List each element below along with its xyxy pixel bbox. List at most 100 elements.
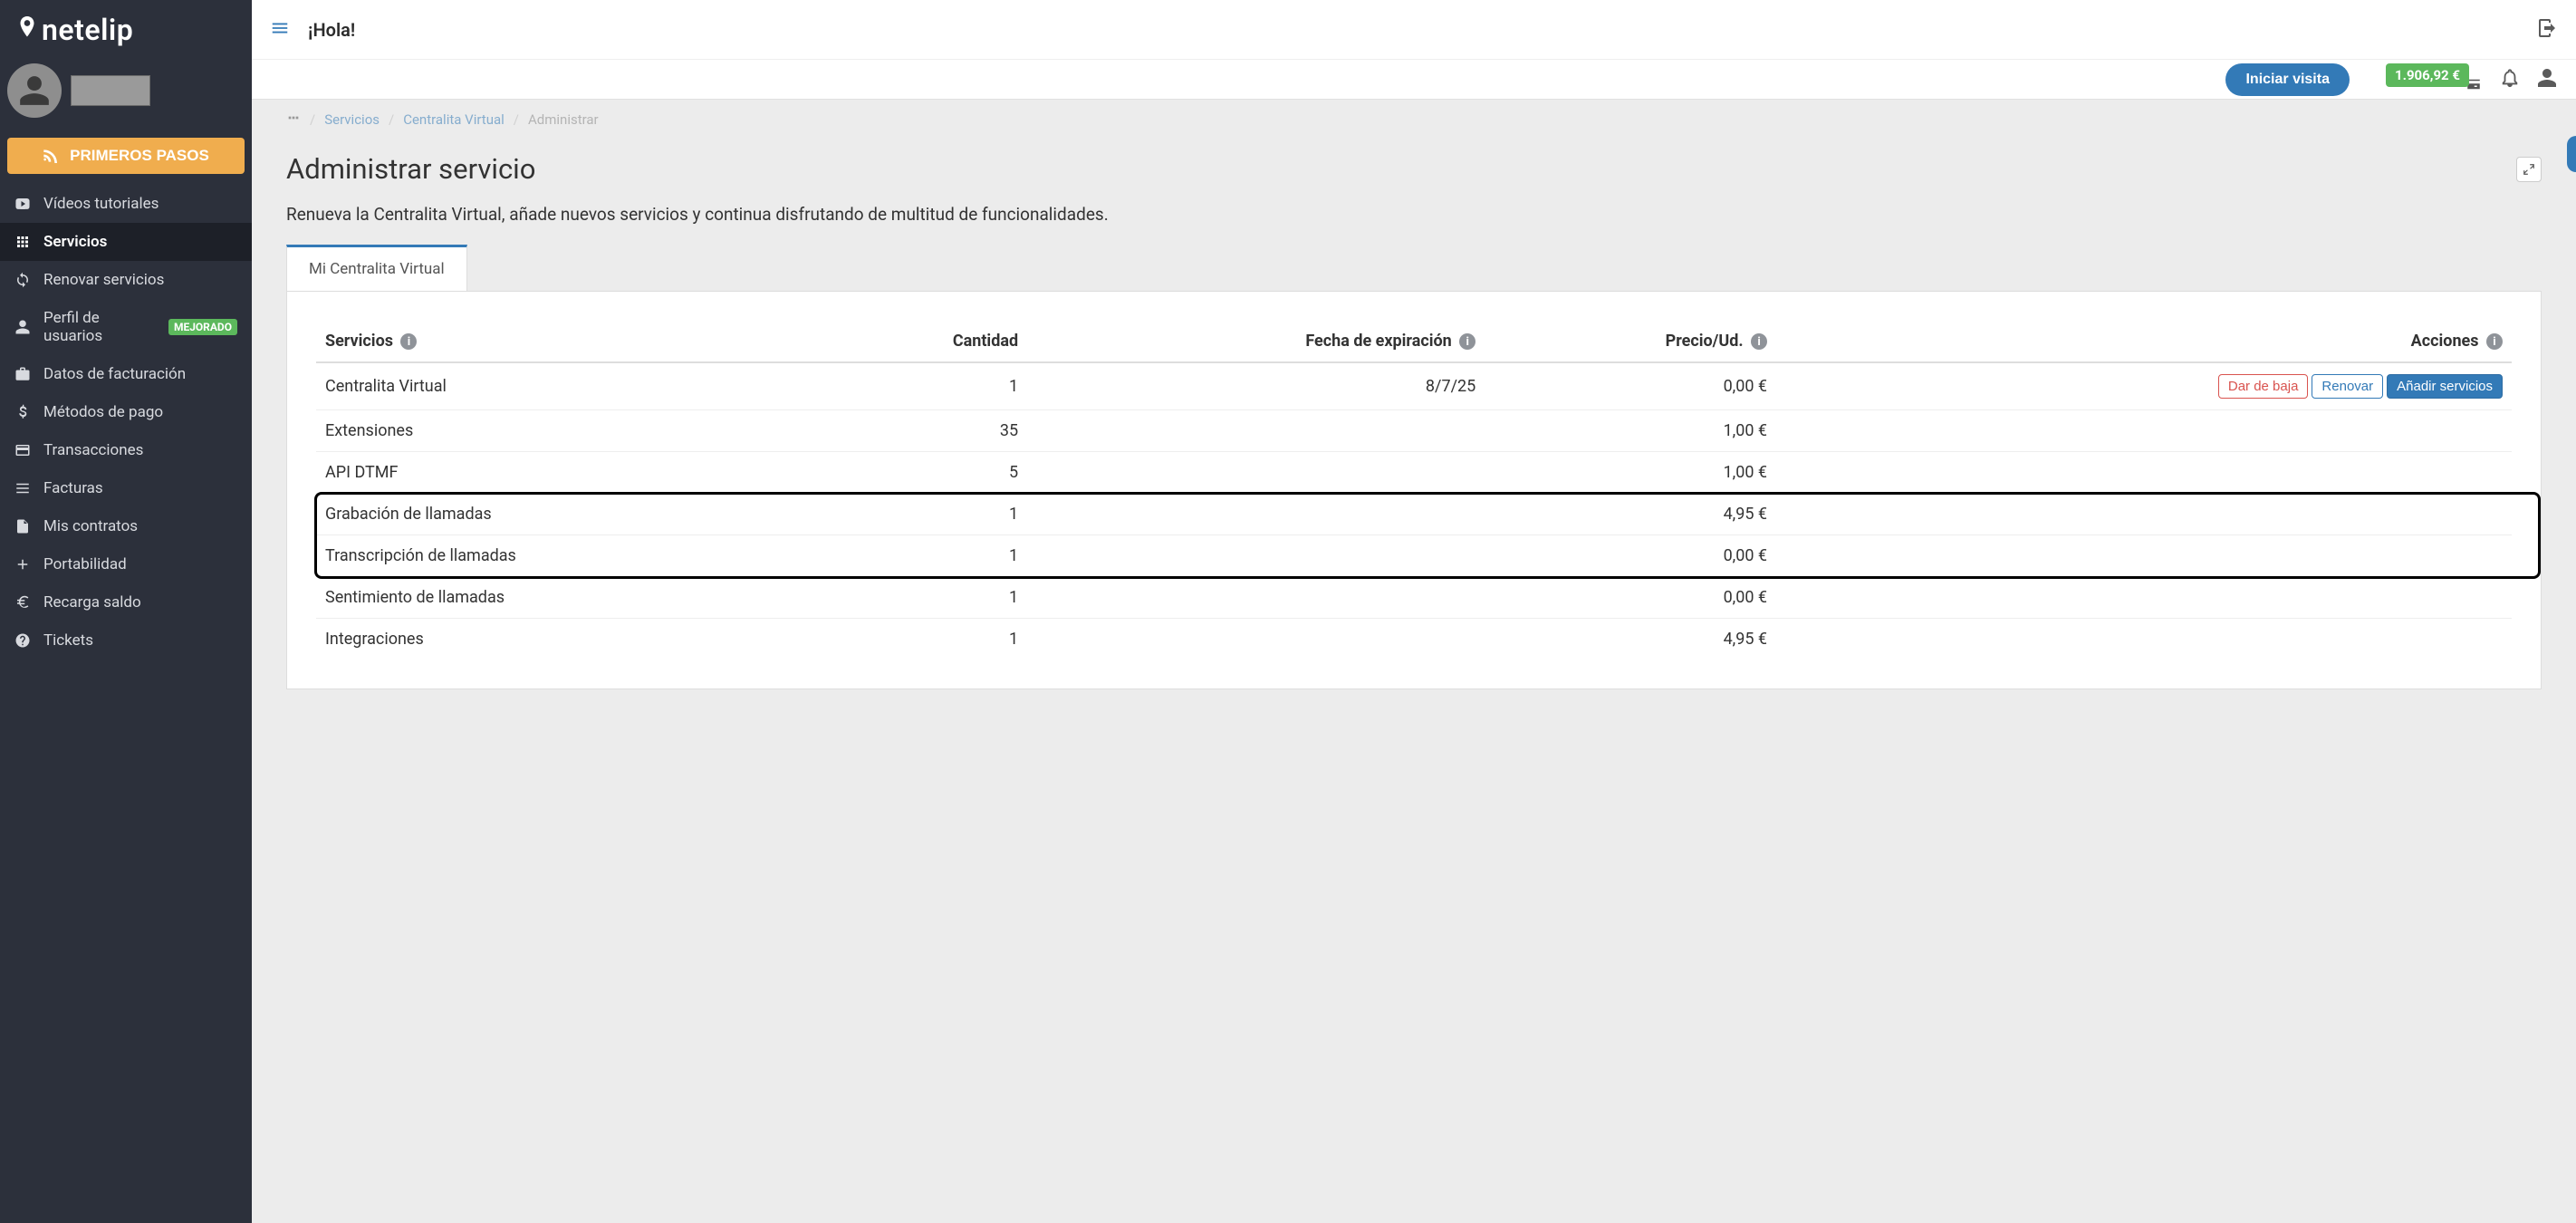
refresh-icon [14,272,31,288]
person-icon [17,73,52,108]
sidebar-nav: Vídeos tutoriales Servicios Renovar serv… [0,185,252,660]
sidebar-item-label: Métodos de pago [43,403,163,421]
tab-panel: Servicios i Cantidad Fecha de expiración… [286,292,2542,689]
sidebar-item-pago[interactable]: Métodos de pago [0,393,252,431]
badge-mejorado: MEJORADO [168,319,237,335]
youtube-icon [14,196,31,212]
sidebar-item-videos[interactable]: Vídeos tutoriales [0,185,252,223]
cell-price: 1,00 € [1485,452,1776,494]
avatar[interactable] [7,63,62,118]
sidebar-item-renovar[interactable]: Renovar servicios [0,261,252,299]
cell-service: API DTMF [316,452,824,494]
info-icon[interactable]: i [1751,333,1767,350]
sidebar-item-servicios[interactable]: Servicios [0,223,252,261]
sidebar-item-contratos[interactable]: Mis contratos [0,507,252,545]
notifications-button[interactable] [2500,68,2520,91]
home-icon [286,111,301,125]
sidebar-item-label: Recarga saldo [43,593,141,612]
side-help-tab[interactable] [2567,136,2576,172]
sidebar-item-recarga[interactable]: Recarga saldo [0,583,252,621]
breadcrumb-home[interactable] [286,111,301,129]
expand-icon [2523,163,2535,176]
tab-mi-centralita[interactable]: Mi Centralita Virtual [286,245,467,291]
sidebar-item-facturas[interactable]: Facturas [0,469,252,507]
card-icon [14,442,31,458]
expand-button[interactable] [2516,157,2542,182]
cell-actions [1776,535,2512,577]
cell-qty: 5 [824,452,1027,494]
sidebar-item-label: Mis contratos [43,517,138,535]
col-precio: Precio/Ud. i [1485,321,1776,362]
cell-price: 4,95 € [1485,619,1776,660]
user-label-box[interactable] [71,75,150,106]
services-table: Servicios i Cantidad Fecha de expiración… [316,321,2512,660]
cell-service: Sentimiento de llamadas [316,577,824,619]
sidebar-item-label: Tickets [43,631,93,650]
sidebar-item-label: Datos de facturación [43,365,186,383]
cell-price: 0,00 € [1485,362,1776,410]
cell-actions [1776,494,2512,535]
logout-button[interactable] [2536,17,2558,43]
primeros-pasos-button[interactable]: PRIMEROS PASOS [7,138,245,174]
primeros-pasos-label: PRIMEROS PASOS [70,147,209,165]
col-acciones: Acciones i [1776,321,2512,362]
sidebar-item-tickets[interactable]: Tickets [0,621,252,660]
bars-icon [270,18,290,38]
sidebar-item-transacciones[interactable]: Transacciones [0,431,252,469]
balance-badge[interactable]: 1.906,92 € [2386,63,2469,87]
cell-service: Extensiones [316,410,824,452]
logo[interactable]: netelip [0,0,252,54]
cell-price: 0,00 € [1485,577,1776,619]
dollar-icon [14,404,31,420]
cell-service: Transcripción de llamadas [316,535,824,577]
info-icon[interactable]: i [2486,333,2503,350]
iniciar-visita-button[interactable]: Iniciar visita [2225,63,2350,96]
breadcrumb-current: Administrar [528,111,599,128]
table-row: Centralita Virtual18/7/250,00 €Dar de ba… [316,362,2512,410]
menu-toggle[interactable] [270,18,290,42]
greeting: ¡Hola! [308,19,355,41]
grid-icon [14,234,31,250]
breadcrumb-centralita[interactable]: Centralita Virtual [403,111,505,128]
cell-price: 0,00 € [1485,535,1776,577]
cell-qty: 1 [824,494,1027,535]
sidebar-item-label: Portabilidad [43,555,127,573]
topbar: ¡Hola! [252,0,2576,60]
renovar-button[interactable]: Renovar [2312,374,2383,399]
plus-icon [14,556,31,573]
cell-qty: 1 [824,535,1027,577]
info-icon[interactable]: i [1459,333,1475,350]
sidebar-item-portabilidad[interactable]: Portabilidad [0,545,252,583]
cell-service: Integraciones [316,619,824,660]
sidebar: netelip PRIMEROS PASOS Vídeos tutoriales… [0,0,252,1223]
cell-service: Grabación de llamadas [316,494,824,535]
euro-icon [14,594,31,611]
cell-price: 4,95 € [1485,494,1776,535]
anadir-servicios-button[interactable]: Añadir servicios [2387,374,2503,399]
table-row: Sentimiento de llamadas1 0,00 € [316,577,2512,619]
cell-actions [1776,410,2512,452]
page-subtitle: Renueva la Centralita Virtual, añade nue… [286,204,2542,225]
cell-qty: 1 [824,577,1027,619]
bell-icon [2500,68,2520,88]
rss-icon [43,149,57,163]
cell-actions: Dar de bajaRenovarAñadir servicios [1776,362,2512,410]
sidebar-item-label: Facturas [43,479,103,497]
sidebar-item-facturacion[interactable]: Datos de facturación [0,355,252,393]
col-fecha: Fecha de expiración i [1027,321,1485,362]
cell-qty: 35 [824,410,1027,452]
person-icon [2536,67,2558,89]
tabs: Mi Centralita Virtual [286,245,2542,292]
table-row: API DTMF5 1,00 € [316,452,2512,494]
breadcrumb-servicios[interactable]: Servicios [324,111,380,128]
sidebar-user [0,54,252,130]
content: / Servicios / Centralita Virtual / Admin… [252,100,2576,1223]
sidebar-item-label: Perfil de usuarios [43,309,156,345]
sidebar-item-label: Servicios [43,233,107,251]
sidebar-item-perfil[interactable]: Perfil de usuarios MEJORADO [0,299,252,355]
info-icon[interactable]: i [400,333,417,350]
page-title: Administrar servicio [286,152,535,186]
dar-de-baja-button[interactable]: Dar de baja [2218,374,2309,399]
profile-button[interactable] [2536,67,2558,92]
cell-exp [1027,452,1485,494]
